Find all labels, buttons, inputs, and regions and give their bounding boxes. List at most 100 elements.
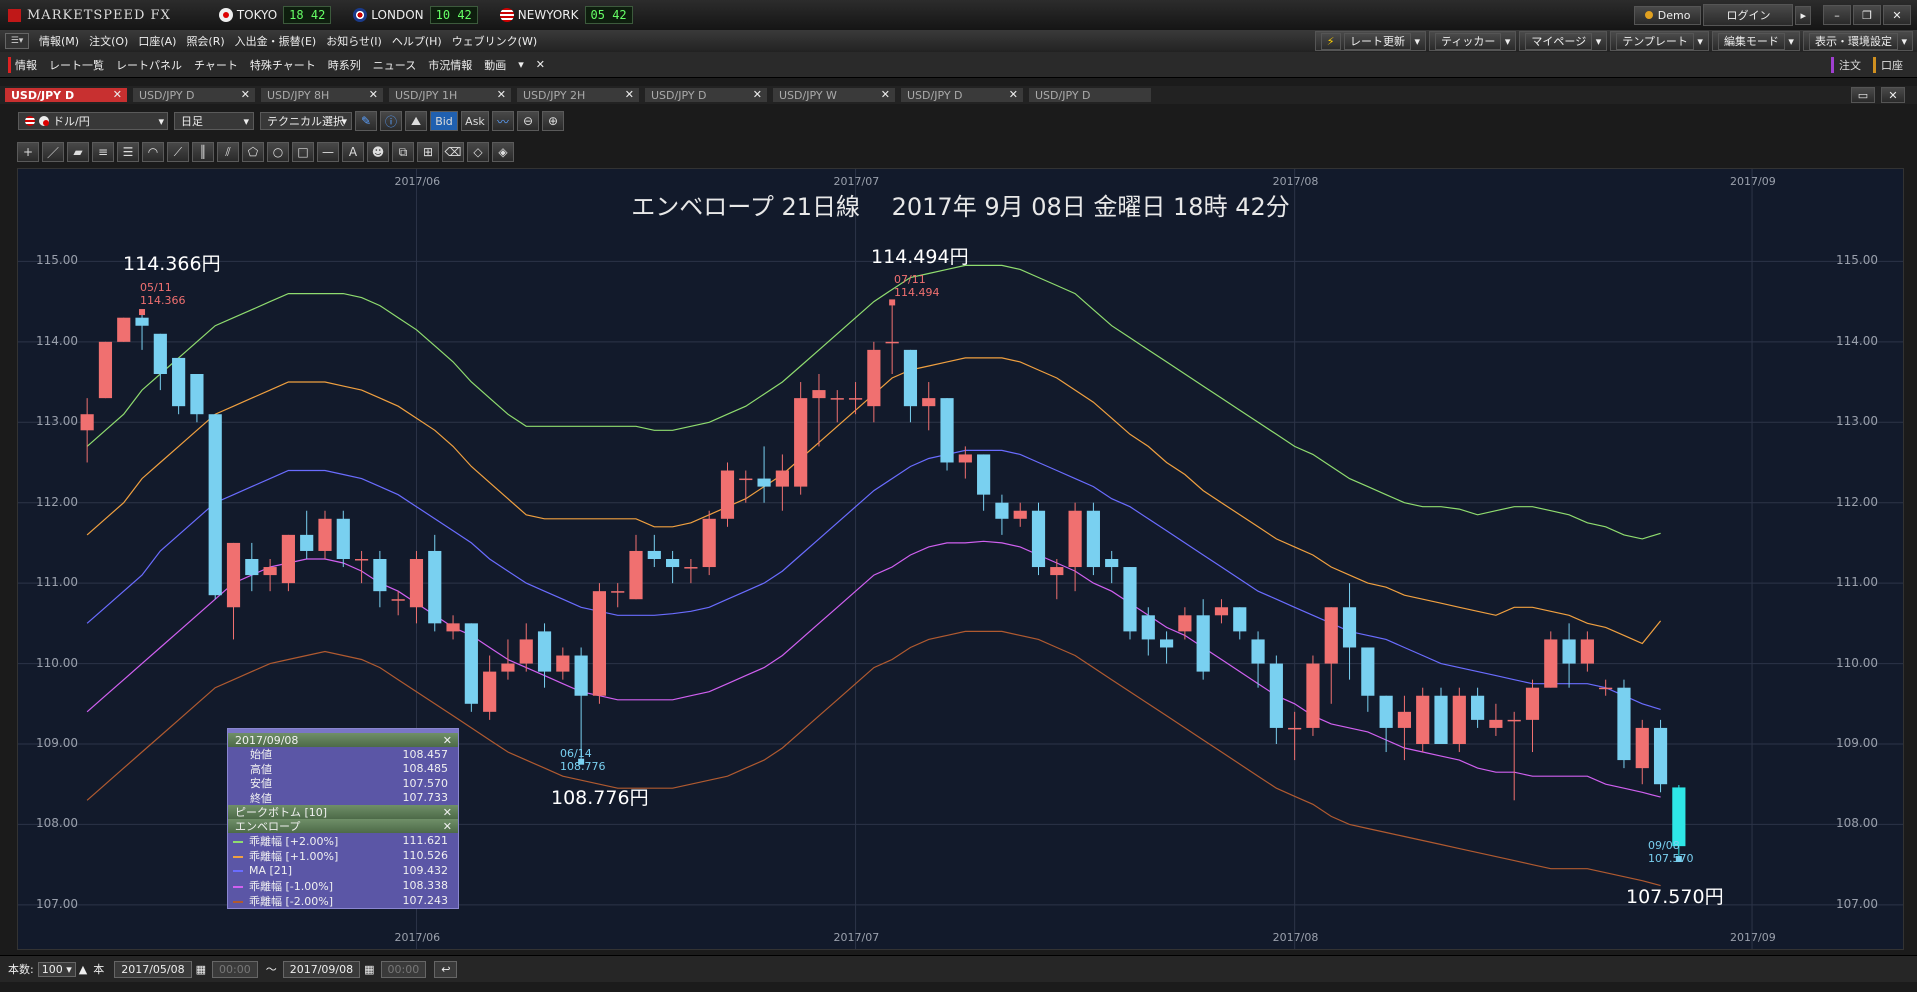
shortcut-order[interactable]: 注文: [1831, 56, 1861, 73]
template-button[interactable]: テンプレート ▾: [1610, 31, 1709, 51]
tab-chart-7[interactable]: USD/JPY W ✕: [772, 87, 896, 103]
minimize-icon[interactable]: –: [1823, 5, 1851, 25]
calendar-icon[interactable]: ▦: [364, 963, 374, 976]
shortcut-market-info[interactable]: 市況情報: [428, 57, 472, 73]
tab-chart-3[interactable]: USD/JPY 8H ✕: [260, 87, 384, 103]
bid-button[interactable]: Bid: [430, 111, 458, 131]
menu-account[interactable]: 口座(A): [138, 33, 176, 49]
ask-button[interactable]: Ask: [461, 111, 489, 131]
tab-chart-6[interactable]: USD/JPY D ✕: [644, 87, 768, 103]
pitchfork-icon[interactable]: ⫽: [217, 142, 239, 162]
tab-close-icon[interactable]: ✕: [241, 88, 250, 101]
close-window-icon[interactable]: ✕: [1883, 5, 1911, 25]
pen-icon[interactable]: ✎: [355, 111, 377, 131]
rectangle-icon[interactable]: □: [292, 142, 314, 162]
crosshair-icon[interactable]: +: [17, 142, 39, 162]
close-icon[interactable]: ✕: [443, 820, 452, 833]
bar-count-select[interactable]: 100 ▾: [37, 961, 76, 977]
login-arrow-icon[interactable]: ▸: [1795, 5, 1811, 25]
text-icon[interactable]: A: [342, 142, 364, 162]
close-chart-icon[interactable]: ✕: [1881, 87, 1905, 103]
paste-icon[interactable]: ⊞: [417, 142, 439, 162]
shortcut-close-icon[interactable]: ✕: [536, 58, 545, 71]
trendline-icon[interactable]: ／: [42, 142, 64, 162]
menu-transfer[interactable]: 入出金・振替(E): [235, 33, 317, 49]
mountain-chart-icon[interactable]: ⛰: [405, 111, 427, 131]
tab-close-icon[interactable]: ✕: [369, 88, 378, 101]
tab-chart-8[interactable]: USD/JPY D ✕: [900, 87, 1024, 103]
shortcut-video[interactable]: 動画: [484, 57, 506, 73]
tab-chart-4[interactable]: USD/JPY 1H ✕: [388, 87, 512, 103]
fibonacci-icon[interactable]: ☰: [117, 142, 139, 162]
login-button[interactable]: ログイン: [1703, 4, 1794, 26]
tab-chart-9[interactable]: USD/JPY D: [1028, 87, 1152, 103]
menu-inquiry[interactable]: 照会(R): [186, 33, 224, 49]
tab-close-icon[interactable]: ✕: [497, 88, 506, 101]
data-window[interactable]: 2017/09/08 ✕ 始値 108.457 高値 108.485 安値 107.57…: [227, 728, 459, 909]
tab-close-icon[interactable]: ✕: [113, 88, 122, 101]
close-icon[interactable]: ✕: [443, 734, 452, 747]
menu-help[interactable]: ヘルプ(H): [392, 33, 442, 49]
candle-body: [1233, 607, 1247, 632]
vertical-lines-icon[interactable]: ║: [192, 142, 214, 162]
pentagon-icon[interactable]: ⬠: [242, 142, 264, 162]
info-icon[interactable]: ⓘ: [380, 111, 402, 131]
start-time-field[interactable]: 00:00: [212, 960, 258, 978]
shortcut-time-series[interactable]: 時系列: [328, 57, 361, 73]
menu-order[interactable]: 注文(O): [89, 33, 128, 49]
tab-close-icon[interactable]: ✕: [753, 88, 762, 101]
maximize-chart-icon[interactable]: ▭: [1851, 87, 1875, 103]
tab-close-icon[interactable]: ✕: [1009, 88, 1018, 101]
copy-icon[interactable]: ⧉: [392, 142, 414, 162]
menu-info[interactable]: 情報(M): [39, 33, 79, 49]
shortcut-chart[interactable]: チャート: [194, 57, 238, 73]
period-select[interactable]: 日足 ▾: [174, 112, 254, 130]
shortcut-account[interactable]: 口座: [1873, 56, 1903, 73]
zoom-out-icon[interactable]: ⊖: [517, 111, 539, 131]
menu-toggle-icon[interactable]: ☰▾: [5, 33, 29, 49]
tab-close-icon[interactable]: ✕: [625, 88, 634, 101]
technical-select[interactable]: テクニカル選択 ▾: [260, 112, 352, 130]
x-tick-label: 2017/07: [833, 175, 880, 188]
eraser-all-icon[interactable]: ◈: [492, 142, 514, 162]
demo-button[interactable]: Demo: [1633, 5, 1702, 25]
menu-notice[interactable]: お知らせ(I): [326, 33, 382, 49]
icon-stamp-icon[interactable]: ☻: [367, 142, 389, 162]
restore-icon[interactable]: ❐: [1853, 5, 1881, 25]
currency-pair-select[interactable]: ドル/円 ▾: [18, 112, 168, 130]
display-settings-button[interactable]: 表示・環境設定 ▾: [1802, 31, 1913, 51]
ruler-icon[interactable]: ▰: [67, 142, 89, 162]
start-date-field[interactable]: 2017/05/08: [114, 960, 192, 978]
shortcut-info[interactable]: 情報: [8, 56, 37, 73]
shortcut-rate-panel[interactable]: レートパネル: [116, 57, 182, 73]
tab-chart-5[interactable]: USD/JPY 2H ✕: [516, 87, 640, 103]
calendar-icon[interactable]: ▦: [196, 963, 206, 976]
shortcut-rate-list[interactable]: レート一覧: [49, 57, 104, 73]
edit-mode-button[interactable]: 編集モード ▾: [1711, 31, 1800, 51]
y-tick-label-right: 113.00: [1836, 414, 1878, 429]
fan-icon[interactable]: ⟋: [167, 142, 189, 162]
wave-chart-icon[interactable]: 〰: [492, 111, 514, 131]
reset-range-icon[interactable]: ↩: [434, 960, 458, 978]
ticker-button[interactable]: ティッカー ▾: [1429, 31, 1517, 51]
shortcut-more-icon[interactable]: ▾: [518, 58, 524, 71]
zoom-in-icon[interactable]: ⊕: [542, 111, 564, 131]
tab-close-icon[interactable]: ✕: [881, 88, 890, 101]
circle-icon[interactable]: ○: [267, 142, 289, 162]
mypage-button[interactable]: マイページ ▾: [1519, 31, 1608, 51]
arc-icon[interactable]: ◠: [142, 142, 164, 162]
tab-chart-2[interactable]: USD/JPY D ✕: [132, 87, 256, 103]
delete-icon[interactable]: ⌫: [442, 142, 464, 162]
end-date-field[interactable]: 2017/09/08: [282, 960, 361, 978]
end-time-field[interactable]: 00:00: [380, 960, 427, 978]
bar-count-up-icon[interactable]: ▲: [79, 963, 87, 976]
tab-chart-1[interactable]: USD/JPY D ✕: [4, 87, 128, 103]
eraser-icon[interactable]: ◇: [467, 142, 489, 162]
rate-update-button[interactable]: ⚡ レート更新 ▾: [1314, 31, 1427, 51]
shortcut-special-chart[interactable]: 特殊チャート: [250, 57, 316, 73]
close-icon[interactable]: ✕: [443, 806, 452, 819]
shortcut-news[interactable]: ニュース: [373, 57, 416, 73]
menu-weblink[interactable]: ウェブリンク(W): [452, 33, 537, 49]
hline-icon[interactable]: —: [317, 142, 339, 162]
horizontal-lines-icon[interactable]: ≡: [92, 142, 114, 162]
